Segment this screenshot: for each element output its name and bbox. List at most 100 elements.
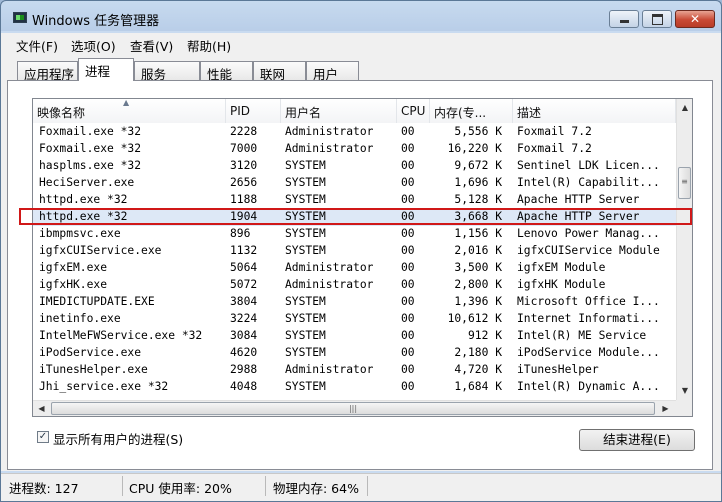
scroll-up-icon[interactable]: ▲ (677, 99, 692, 116)
table-row[interactable]: IMEDICTUPDATE.EXE 3804 SYSTEM 00 1,396 K Micr… (33, 294, 676, 311)
process-rows: Foxmail.exe *32 2228 Administrator 00 5,556 … (33, 124, 676, 400)
tab-processes[interactable]: 进程 (78, 58, 134, 81)
table-row[interactable]: ibmpmsvc.exe 896 SYSTEM 00 1,156 K Lenovo Pow… (33, 226, 676, 243)
memory-cell: 2,800 K (454, 278, 502, 291)
table-row[interactable]: httpd.exe *32 1188 SYSTEM 00 5,128 K Apache H… (33, 192, 676, 209)
status-divider (367, 476, 368, 496)
table-row[interactable]: httpd.exe *32 1904 SYSTEM 00 3,668 K Apache H… (33, 209, 676, 226)
username-cell: Administrator (285, 125, 374, 138)
menu-file[interactable]: 文件(F) (16, 36, 58, 55)
pid-cell: 1904 (230, 210, 258, 223)
column-header-cpu[interactable]: CPU (397, 99, 430, 123)
username-cell: SYSTEM (285, 227, 326, 240)
table-row[interactable]: HeciServer.exe 2656 SYSTEM 00 1,696 K Intel(R… (33, 175, 676, 192)
tab-networking[interactable]: 联网 (253, 61, 306, 82)
cpu-cell: 00 (401, 346, 415, 359)
end-process-button[interactable]: 结束进程(E) (579, 429, 695, 451)
memory-cell: 9,672 K (454, 159, 502, 172)
close-button[interactable]: ✕ (675, 10, 715, 28)
status-divider (122, 476, 123, 496)
horizontal-scrollbar[interactable]: ◀ ||| ▶ (33, 400, 676, 416)
table-row[interactable]: igfxEM.exe 5064 Administrator 00 3,500 K igfx… (33, 260, 676, 277)
vertical-scroll-thumb[interactable]: ≡ (678, 167, 691, 199)
memory-cell: 2,016 K (454, 244, 502, 257)
column-header-pid[interactable]: PID (226, 99, 281, 123)
column-header-description[interactable]: 描述 (513, 99, 676, 123)
description-cell: Intel(R) ME Service (517, 329, 647, 342)
horizontal-scroll-thumb[interactable]: ||| (51, 402, 655, 415)
description-cell: Internet Informati... (517, 312, 660, 325)
cpu-cell: 00 (401, 363, 415, 376)
description-cell: Foxmail 7.2 (517, 142, 592, 155)
description-cell: igfxEM Module (517, 261, 606, 274)
process-name-cell: httpd.exe *32 (39, 193, 128, 206)
table-row[interactable]: iTunesHelper.exe 2988 Administrator 00 4,720… (33, 362, 676, 379)
scroll-down-icon[interactable]: ▼ (677, 382, 692, 399)
table-row[interactable]: iPodService.exe 4620 SYSTEM 00 2,180 K iPodSe… (33, 345, 676, 362)
scrollbar-corner (676, 400, 692, 416)
status-physical-memory: 物理内存: 64% (273, 481, 359, 496)
scroll-left-icon[interactable]: ◀ (33, 401, 50, 416)
show-all-users-checkbox[interactable]: ✓ (37, 431, 49, 443)
pid-cell: 3804 (230, 295, 258, 308)
show-all-users-label[interactable]: 显示所有用户的进程(S) (53, 429, 183, 448)
memory-cell: 3,668 K (454, 210, 502, 223)
column-header-image-name[interactable]: 映像名称 ▲ (33, 99, 226, 123)
description-cell: Lenovo Power Manag... (517, 227, 660, 240)
process-name-cell: Jhi_service.exe *32 (39, 380, 169, 393)
process-name-cell: igfxEM.exe (39, 261, 108, 274)
vertical-scrollbar[interactable]: ▲ ≡ ▼ (676, 99, 692, 400)
pid-cell: 1188 (230, 193, 258, 206)
pid-cell: 896 (230, 227, 251, 240)
description-cell: Foxmail 7.2 (517, 125, 592, 138)
description-cell: Sentinel LDK Licen... (517, 159, 660, 172)
table-row[interactable]: hasplms.exe *32 3120 SYSTEM 00 9,672 K Sentin… (33, 158, 676, 175)
menu-options[interactable]: 选项(O) (71, 36, 116, 55)
tab-performance[interactable]: 性能 (200, 61, 253, 82)
status-cpu-usage: CPU 使用率: 20% (129, 481, 232, 496)
title-bar[interactable]: Windows 任务管理器 ✕ (1, 1, 721, 33)
pid-cell: 2656 (230, 176, 258, 189)
table-row[interactable]: IntelMeFWService.exe *32 3084 SYSTEM 00 912 … (33, 328, 676, 345)
tab-services[interactable]: 服务 (134, 61, 200, 82)
table-row[interactable]: inetinfo.exe 3224 SYSTEM 00 10,612 K Internet… (33, 311, 676, 328)
minimize-button[interactable] (609, 10, 639, 28)
table-row[interactable]: igfxHK.exe 5072 Administrator 00 2,800 K igfx… (33, 277, 676, 294)
tab-applications[interactable]: 应用程序 (17, 61, 78, 82)
tab-users[interactable]: 用户 (306, 61, 359, 82)
column-header-username[interactable]: 用户名 (281, 99, 397, 123)
username-cell: Administrator (285, 142, 374, 155)
menu-view[interactable]: 查看(V) (130, 36, 173, 55)
memory-cell: 2,180 K (454, 346, 502, 359)
cpu-cell: 00 (401, 380, 415, 393)
table-row[interactable]: Foxmail.exe *32 7000 Administrator 00 16,220… (33, 141, 676, 158)
cpu-cell: 00 (401, 278, 415, 291)
memory-cell: 10,612 K (447, 312, 502, 325)
process-list[interactable]: 映像名称 ▲ PID 用户名 CPU 内存(专... 描述 Foxmail.ex… (32, 98, 693, 417)
username-cell: Administrator (285, 278, 374, 291)
table-row[interactable]: igfxCUIService.exe 1132 SYSTEM 00 2,016 K igf… (33, 243, 676, 260)
memory-cell: 1,684 K (454, 380, 502, 393)
process-name-cell: igfxCUIService.exe (39, 244, 162, 257)
pid-cell: 3084 (230, 329, 258, 342)
table-row[interactable]: Jhi_service.exe *32 4048 SYSTEM 00 1,684 K In… (33, 379, 676, 396)
column-header-memory[interactable]: 内存(专... (430, 99, 513, 123)
menu-help[interactable]: 帮助(H) (187, 36, 231, 55)
cpu-cell: 00 (401, 295, 415, 308)
cpu-cell: 00 (401, 125, 415, 138)
task-manager-window: Windows 任务管理器 ✕ 文件(F) 选项(O) 查看(V) 帮助(H) … (0, 0, 722, 502)
username-cell: SYSTEM (285, 244, 326, 257)
table-row[interactable]: Foxmail.exe *32 2228 Administrator 00 5,556 … (33, 124, 676, 141)
cpu-cell: 00 (401, 244, 415, 257)
menu-bar: 文件(F) 选项(O) 查看(V) 帮助(H) (1, 33, 721, 54)
memory-cell: 1,156 K (454, 227, 502, 240)
task-manager-icon (13, 12, 27, 23)
scroll-right-icon[interactable]: ▶ (657, 401, 674, 416)
memory-cell: 4,720 K (454, 363, 502, 376)
cpu-cell: 00 (401, 142, 415, 155)
username-cell: SYSTEM (285, 193, 326, 206)
description-cell: Intel(R) Dynamic A... (517, 380, 660, 393)
username-cell: SYSTEM (285, 176, 326, 189)
description-cell: iPodService Module... (517, 346, 660, 359)
maximize-button[interactable] (642, 10, 672, 28)
